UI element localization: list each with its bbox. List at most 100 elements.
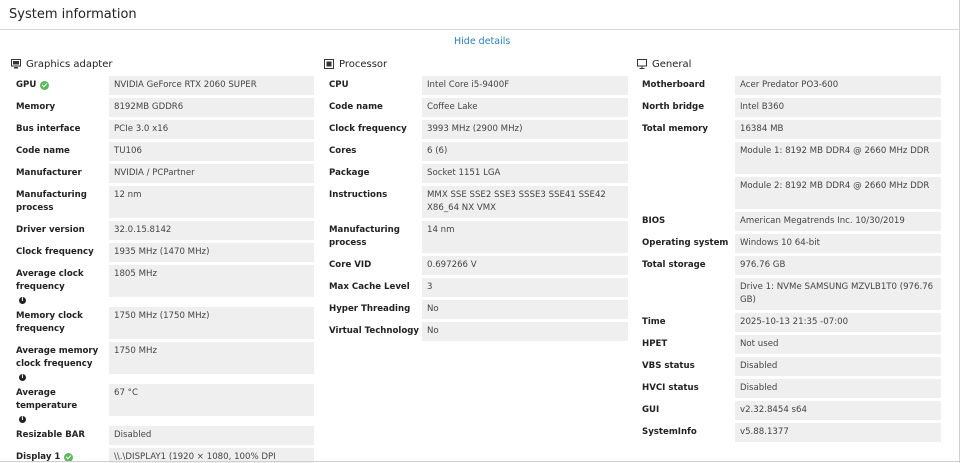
row-label: Hyper Threading [324,300,422,319]
row-value: v2.32.8454 s64 [735,401,941,420]
info-icon[interactable]: i [19,416,26,423]
row-value: 976.76 GB [735,256,941,275]
row-label: North bridge [637,98,735,117]
row-label-text: Core VID [329,260,372,270]
processor-header: Processor [324,57,628,71]
row-value: Disabled [735,357,941,376]
processor-rows: CPU Intel Core i5-9400F Code name Coffee La… [324,76,628,341]
row-label-text: VBS status [642,361,695,371]
general-row-operating-system: Operating system Windows 10 64-bit [637,234,941,253]
row-value: Disabled [109,426,314,445]
row-label: Manufacturing process [11,186,109,218]
page-title: System information [9,7,137,22]
row-value: 32.0.15.8142 [109,221,314,240]
row-value: Acer Predator PO3-600 [735,76,941,95]
row-label: Core VID [324,256,422,275]
row-value: 2025-10-13 21:35 -07:00 [735,313,941,332]
processor-row-hyper-threading: Hyper Threading No [324,300,628,319]
general-row-vbs-status: VBS status Disabled [637,357,941,376]
status-ok-check-icon [40,81,50,90]
row-value: Disabled [735,379,941,398]
info-icon[interactable]: i [19,297,26,304]
processor-row-clock-frequency: Clock frequency 3993 MHz (2900 MHz) [324,120,628,139]
row-value: Socket 1151 LGA [422,164,628,183]
row-value: 1750 MHz (1750 MHz) [109,307,314,339]
row-value: Module 1: 8192 MB DDR4 @ 2660 MHz DDR [735,142,941,174]
general-row-north-bridge: North bridge Intel B360 [637,98,941,117]
graphics-row-bus-interface: Bus interface PCIe 3.0 x16 [11,120,314,139]
row-value: 67 °C [109,384,314,416]
row-label: Max Cache Level [324,278,422,297]
row-label: Total memory [637,120,735,139]
processor-row-code-name: Code name Coffee Lake [324,98,628,117]
row-label: VBS status [637,357,735,376]
row-value: 1805 MHz [109,265,314,297]
row-label-text: Code name [329,102,383,112]
row-value: v5.88.1377 [735,423,941,442]
row-label: Instructions [324,186,422,218]
processor-row-instructions: Instructions MMX SSE SSE2 SSE3 SSSE3 SSE4… [324,186,628,218]
row-label-text: Package [329,168,370,178]
row-label-text: Manufacturing process [329,225,400,248]
graphics-adapter-header: Graphics adapter [11,57,314,71]
row-label-text: North bridge [642,102,705,112]
row-value: No [422,322,628,341]
row-label: Cores [324,142,422,161]
row-value: 1935 MHz (1470 MHz) [109,243,314,262]
row-label-text: Memory [16,102,56,112]
processor-row-package: Package Socket 1151 LGA [324,164,628,183]
graphics-row-driver-version: Driver version 32.0.15.8142 [11,221,314,240]
row-label-text: Operating system [642,238,729,248]
processor-row-core-vid: Core VID 0.697266 V [324,256,628,275]
row-label-text: Manufacturing process [16,190,87,213]
row-label: GPU [11,76,109,95]
row-value: MMX SSE SSE2 SSE3 SSSE3 SSE41 SSE42 X86_… [422,186,628,218]
row-label-text: GPU [16,80,37,90]
hide-details-link[interactable]: Hide details [454,36,510,47]
row-label: Operating system [637,234,735,253]
row-label: CPU [324,76,422,95]
title-divider [0,29,960,30]
graphics-row-clock-frequency: Clock frequency 1935 MHz (1470 MHz) [11,243,314,262]
row-label-text: Bus interface [16,124,81,134]
row-value: No [422,300,628,319]
graphics-row-average-memory-clock-frequency: Average memory clock frequency i 1750 MHz [11,342,314,381]
row-label: Motherboard [637,76,735,95]
row-value: PCIe 3.0 x16 [109,120,314,139]
row-label: Clock frequency [11,243,109,262]
graphics-adapter-rows: GPU NVIDIA GeForce RTX 2060 SUPER Memory 81… [11,76,314,463]
graphics-adapter-section: Graphics adapter GPU NVIDIA GeForce RTX 2… [11,57,314,463]
row-value: 0.697266 V [422,256,628,275]
row-label: Resizable BAR [11,426,109,445]
graphics-row-gpu: GPU NVIDIA GeForce RTX 2060 SUPER [11,76,314,95]
row-label: BIOS [637,212,735,231]
row-label-text: Manufacturer [16,168,82,178]
general-header: General [637,57,941,71]
row-label [637,177,735,209]
row-value: Coffee Lake [422,98,628,117]
row-label: Code name [324,98,422,117]
row-value: 12 nm [109,186,314,218]
row-label-text: Clock frequency [329,124,407,134]
processor-row-virtual-technology: Virtual Technology No [324,322,628,341]
processor-row-cores: Cores 6 (6) [324,142,628,161]
row-label-text: SystemInfo [642,427,697,437]
row-label-text: Total memory [642,124,708,134]
row-value: Not used [735,335,941,354]
row-label: Total storage [637,256,735,275]
row-value: American Megatrends Inc. 10/30/2019 [735,212,941,231]
row-label-text: HVCI status [642,383,699,393]
general-row-systeminfo: SystemInfo v5.88.1377 [637,423,941,442]
row-label-text: Code name [16,146,70,156]
row-label: Average memory clock frequency i [11,342,109,381]
general-row-hvci-status: HVCI status Disabled [637,379,941,398]
row-label-text: CPU [329,80,349,90]
row-label-text: Time [642,317,666,327]
computer-icon [637,59,647,69]
graphics-adapter-title: Graphics adapter [26,58,113,70]
row-value: Intel Core i5-9400F [422,76,628,95]
row-value: 14 nm [422,221,628,253]
info-icon[interactable]: i [19,374,26,381]
graphics-row-average-clock-frequency: Average clock frequency i 1805 MHz [11,265,314,304]
row-value: 3993 MHz (2900 MHz) [422,120,628,139]
